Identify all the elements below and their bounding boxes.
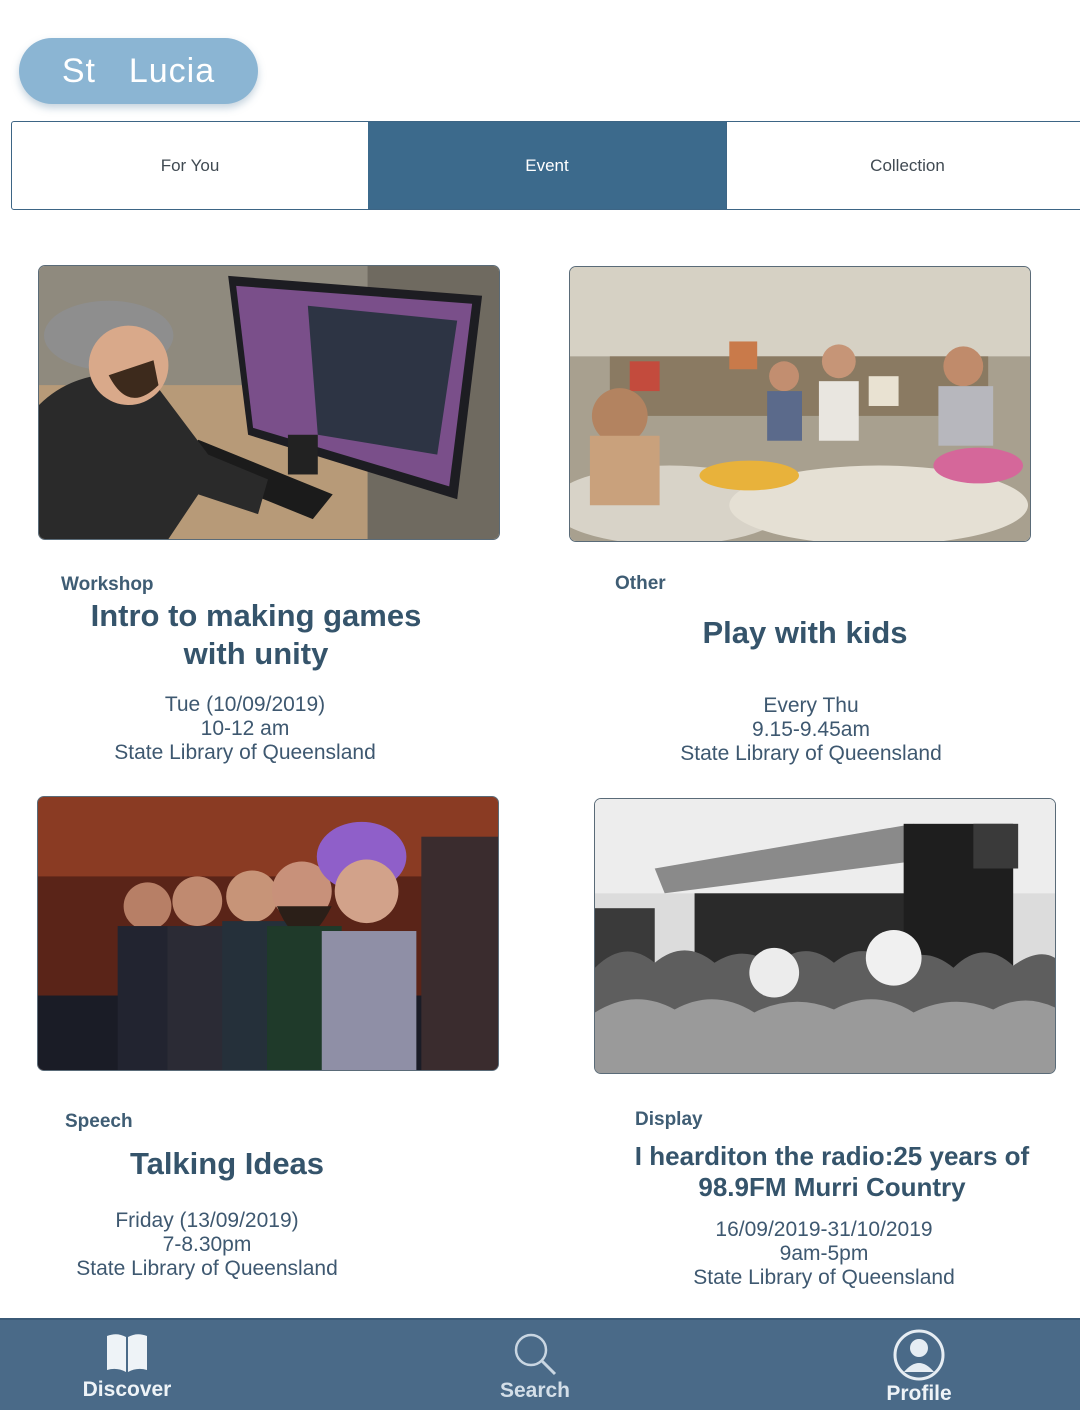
event-category: Workshop: [61, 574, 154, 595]
event-photo: [39, 266, 499, 539]
event-photo: [570, 267, 1030, 541]
nav-discover[interactable]: Discover: [77, 1320, 177, 1410]
nav-label: Search: [499, 1379, 571, 1402]
search-icon: [514, 1333, 557, 1376]
event-time: 9.15-9.45am: [752, 718, 870, 741]
event-date: 16/09/2019-31/10/2019: [715, 1218, 933, 1241]
event-details: Friday (13/09/2019) 7-8.30pm State Libra…: [22, 1209, 392, 1281]
event-title-line: I hearditon the radio:25 years of: [634, 1141, 1030, 1171]
event-venue: State Library of Queensland: [693, 1266, 955, 1289]
bottom-navigation: Discover Search Profile: [0, 1318, 1080, 1410]
tab-bar: For You Event Collection: [11, 121, 1080, 210]
nav-label: Profile: [886, 1382, 952, 1405]
nav-search[interactable]: Search: [485, 1320, 585, 1410]
profile-icon: [893, 1329, 945, 1381]
event-date: Every Thu: [763, 694, 859, 717]
event-title[interactable]: Play with kids: [610, 614, 1000, 652]
event-venue: State Library of Queensland: [76, 1257, 338, 1280]
tab-label: Collection: [870, 155, 945, 175]
event-category: Speech: [65, 1111, 133, 1132]
tab-label: Event: [525, 155, 569, 175]
event-title-line: Intro to making games: [90, 598, 422, 633]
event-category: Display: [635, 1109, 703, 1130]
event-category: Other: [615, 573, 666, 594]
tab-for-you[interactable]: For You: [12, 122, 368, 209]
event-photo: [595, 799, 1055, 1073]
nav-label: Discover: [82, 1378, 172, 1401]
tab-label: For You: [160, 155, 220, 175]
event-time: 7-8.30pm: [162, 1233, 252, 1256]
location-button[interactable]: St Lucia: [19, 38, 258, 104]
event-title-line: Talking Ideas: [129, 1146, 325, 1181]
book-icon: [107, 1334, 147, 1372]
event-details: 16/09/2019-31/10/2019 9am-5pm State Libr…: [639, 1218, 1009, 1290]
event-image-speech[interactable]: [37, 796, 499, 1071]
event-venue: State Library of Queensland: [114, 741, 376, 764]
event-title-line: Play with kids: [702, 615, 908, 650]
event-title[interactable]: I hearditon the radio:25 years of 98.9FM…: [614, 1141, 1050, 1203]
event-details: Tue (10/09/2019) 10-12 am State Library …: [60, 693, 430, 765]
event-photo: [38, 797, 498, 1070]
tab-event[interactable]: Event: [368, 122, 726, 209]
event-title[interactable]: Talking Ideas: [42, 1145, 412, 1183]
event-time: 9am-5pm: [779, 1242, 869, 1265]
event-image-other[interactable]: [569, 266, 1031, 542]
event-title-line: 98.9FM Murri Country: [698, 1172, 966, 1202]
location-label: St Lucia: [61, 51, 216, 90]
event-details: Every Thu 9.15-9.45am State Library of Q…: [626, 694, 996, 766]
event-image-workshop[interactable]: [38, 265, 500, 540]
nav-profile[interactable]: Profile: [869, 1320, 969, 1410]
event-date: Friday (13/09/2019): [115, 1209, 299, 1232]
event-title[interactable]: Intro to making games with unity: [56, 597, 456, 673]
event-image-display[interactable]: [594, 798, 1056, 1074]
event-time: 10-12 am: [200, 717, 290, 740]
event-venue: State Library of Queensland: [680, 742, 942, 765]
event-title-line: with unity: [183, 636, 329, 671]
event-date: Tue (10/09/2019): [164, 693, 326, 716]
tab-collection[interactable]: Collection: [726, 122, 1080, 209]
